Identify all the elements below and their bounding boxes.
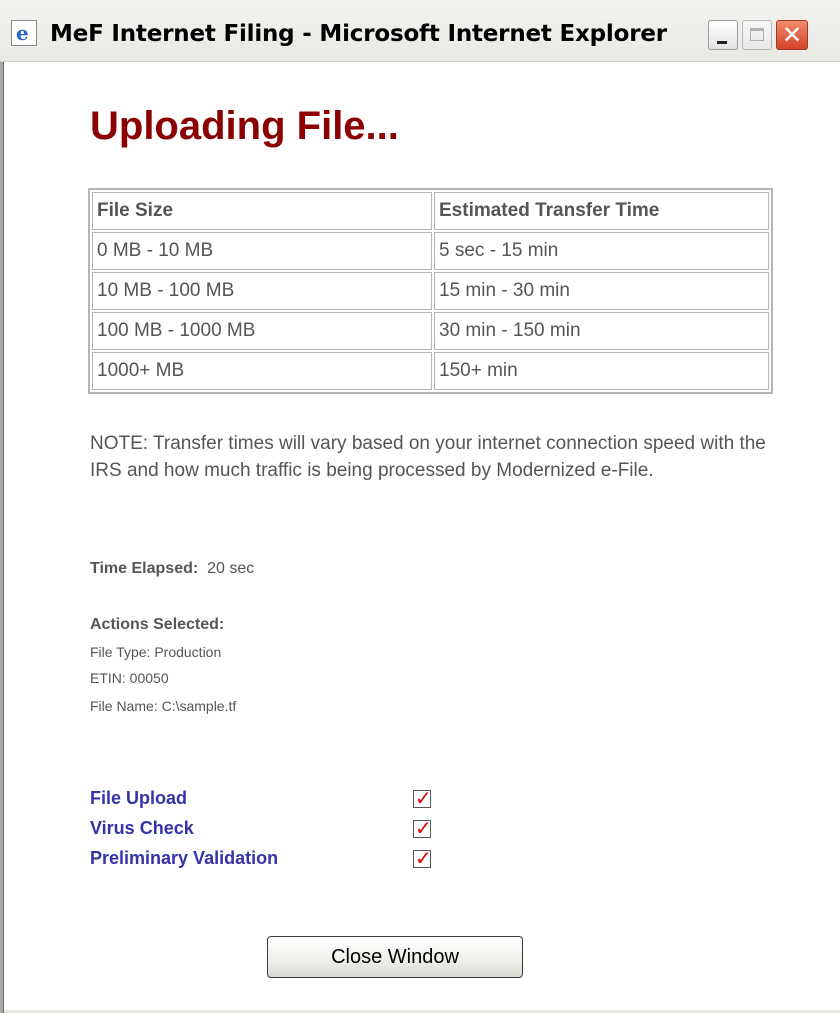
transfer-note: NOTE: Transfer times will vary based on … — [90, 433, 766, 481]
check-icon: ✓ — [415, 786, 432, 810]
table-cell: 100 MB - 1000 MB — [92, 312, 432, 350]
window-title: MeF Internet Filing - Microsoft Internet… — [50, 21, 667, 47]
table-row: 0 MB - 10 MB 5 sec - 15 min — [92, 232, 769, 270]
header-transfer-time: Estimated Transfer Time — [434, 192, 769, 230]
browser-window: e MeF Internet Filing - Microsoft Intern… — [0, 0, 840, 1013]
close-window-button[interactable]: Close Window — [267, 936, 523, 978]
time-elapsed-value: 20 sec — [207, 560, 255, 577]
file-name-value: File Name: C:\sample.tf — [90, 698, 237, 714]
internet-explorer-icon: e — [11, 20, 37, 46]
status-file-upload-label: File Upload — [90, 788, 188, 808]
maximize-button[interactable] — [742, 20, 772, 50]
transfer-time-table: File Size Estimated Transfer Time 0 MB -… — [88, 188, 773, 394]
table-cell: 15 min - 30 min — [434, 272, 769, 310]
actions-selected-title: Actions Selected: — [90, 616, 225, 633]
title-bar[interactable]: e MeF Internet Filing - Microsoft Intern… — [0, 0, 840, 62]
page-title: Uploading File... — [90, 104, 399, 148]
table-row: 10 MB - 100 MB 15 min - 30 min — [92, 272, 769, 310]
maximize-icon — [750, 28, 764, 41]
preliminary-validation-checkbox: ✓ — [413, 846, 432, 870]
table-row: 1000+ MB 150+ min — [92, 352, 769, 390]
table-cell: 30 min - 150 min — [434, 312, 769, 350]
table-cell: 0 MB - 10 MB — [92, 232, 432, 270]
check-icon: ✓ — [415, 846, 432, 870]
status-preliminary-validation-label: Preliminary Validation — [90, 848, 279, 868]
window-frame — [0, 62, 4, 1013]
table-header-row: File Size Estimated Transfer Time — [92, 192, 769, 230]
close-button[interactable]: ✕ — [776, 20, 808, 50]
table-row: 100 MB - 1000 MB 30 min - 150 min — [92, 312, 769, 350]
minimize-button[interactable] — [708, 20, 738, 50]
file-upload-checkbox: ✓ — [413, 786, 432, 810]
table-cell: 10 MB - 100 MB — [92, 272, 432, 310]
file-type-value: File Type: Production — [90, 644, 222, 660]
table-cell: 1000+ MB — [92, 352, 432, 390]
status-virus-check-label: Virus Check — [90, 818, 194, 838]
time-elapsed: Time Elapsed: 20 sec — [90, 560, 254, 578]
close-icon: ✕ — [781, 21, 803, 49]
virus-check-checkbox: ✓ — [413, 816, 432, 840]
etin-value: ETIN: 00050 — [90, 670, 169, 686]
check-icon: ✓ — [415, 816, 432, 840]
header-file-size: File Size — [92, 192, 432, 230]
minimize-icon — [717, 41, 727, 44]
table-cell: 150+ min — [434, 352, 769, 390]
table-cell: 5 sec - 15 min — [434, 232, 769, 270]
time-elapsed-label: Time Elapsed: — [90, 560, 199, 577]
